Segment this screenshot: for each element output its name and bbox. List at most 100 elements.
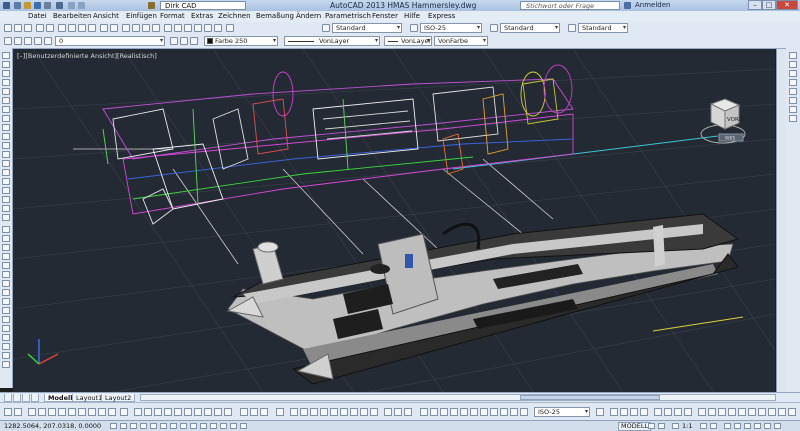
object-snap-node-icon[interactable] — [108, 408, 116, 416]
insert-block-icon[interactable] — [2, 151, 10, 158]
print-icon[interactable] — [36, 24, 44, 32]
mleader-style-select[interactable]: Standard — [578, 23, 628, 33]
ucs-view-icon[interactable] — [738, 408, 746, 416]
workspace-select[interactable]: Dirk CAD — [160, 1, 246, 10]
annotation-scale-icon[interactable] — [672, 423, 679, 429]
rectangle-icon[interactable] — [2, 88, 10, 95]
object-snap-none-icon[interactable] — [120, 408, 128, 416]
stretch-icon[interactable] — [2, 298, 10, 305]
zoom-previous-icon[interactable] — [152, 24, 160, 32]
point-icon[interactable] — [2, 169, 10, 176]
linetype-select[interactable]: VonLayer — [284, 36, 380, 46]
layer-state-icon[interactable] — [190, 37, 198, 45]
save-file-icon[interactable] — [24, 24, 32, 32]
menu-extras[interactable]: Extras — [191, 12, 213, 20]
lock-ui-icon[interactable] — [734, 423, 741, 429]
dim-radius-icon[interactable] — [789, 88, 797, 95]
array-icon[interactable] — [2, 262, 10, 269]
zoom-realtime-icon[interactable] — [132, 24, 140, 32]
dim-update-icon[interactable] — [596, 408, 604, 416]
object-snap-perpendicular-icon[interactable] — [88, 408, 96, 416]
menu-parametrisch[interactable]: Parametrisch — [325, 12, 371, 20]
menu-format[interactable]: Format — [160, 12, 185, 20]
annotation-visibility-icon[interactable] — [700, 423, 707, 429]
quick-properties-icon[interactable] — [230, 423, 237, 429]
3d-object-snap-icon[interactable] — [170, 423, 177, 429]
orbit-icon[interactable] — [240, 408, 248, 416]
calculator-icon[interactable] — [214, 24, 222, 32]
tab-layout2[interactable]: Layout2 — [101, 394, 136, 402]
object-snap-parallel-icon[interactable] — [98, 408, 106, 416]
union-icon[interactable] — [384, 408, 392, 416]
dim-radius-bottom-icon[interactable] — [440, 408, 448, 416]
view-top-icon[interactable] — [134, 408, 142, 416]
table-icon[interactable] — [2, 205, 10, 212]
horizontal-scroll-thumb[interactable] — [520, 395, 660, 400]
status-menu-icon[interactable] — [764, 423, 771, 429]
visual-style-conceptual-icon[interactable] — [684, 408, 692, 416]
center-mark-icon[interactable] — [520, 408, 528, 416]
layer-previous-icon[interactable] — [180, 37, 188, 45]
move-icon[interactable] — [2, 271, 10, 278]
object-snap-tangent-icon[interactable] — [78, 408, 86, 416]
snap-tool-1-icon[interactable] — [4, 408, 12, 416]
dim-linear-icon[interactable] — [789, 52, 797, 59]
app-menu-icon[interactable] — [3, 2, 10, 9]
explode-icon[interactable] — [2, 361, 10, 368]
gradient-icon[interactable] — [2, 187, 10, 194]
ucs-zaxis-icon[interactable] — [758, 408, 766, 416]
object-snap-center-icon[interactable] — [58, 408, 66, 416]
visual-style-hidden-icon[interactable] — [664, 408, 672, 416]
box-icon[interactable] — [290, 408, 298, 416]
auto-scale-icon[interactable] — [710, 423, 717, 429]
ucs-origin-icon[interactable] — [748, 408, 756, 416]
properties-icon[interactable] — [164, 24, 172, 32]
free-orbit-icon[interactable] — [250, 408, 258, 416]
ellipse-arc-icon[interactable] — [2, 142, 10, 149]
quick-view-drawings-icon[interactable] — [658, 423, 665, 429]
sphere-icon[interactable] — [300, 408, 308, 416]
menu-hilfe[interactable]: Hilfe — [404, 12, 420, 20]
layer-manager-icon[interactable] — [4, 37, 12, 45]
wedge-icon[interactable] — [330, 408, 338, 416]
markup-icon[interactable] — [204, 24, 212, 32]
save-as-icon[interactable] — [44, 2, 51, 9]
pan-icon[interactable] — [122, 24, 130, 32]
pyramid-icon[interactable] — [350, 408, 358, 416]
ucs-previous-icon[interactable] — [708, 408, 716, 416]
quick-view-layouts-icon[interactable] — [648, 423, 655, 429]
break-icon[interactable] — [2, 325, 10, 332]
menu-zeichnen[interactable]: Zeichnen — [218, 12, 251, 20]
visual-style-realistic-icon[interactable] — [674, 408, 682, 416]
cylinder-icon[interactable] — [310, 408, 318, 416]
view-se-iso-icon[interactable] — [204, 408, 212, 416]
fillet-icon[interactable] — [2, 352, 10, 359]
xline-icon[interactable] — [2, 61, 10, 68]
dim-baseline-icon[interactable] — [470, 408, 478, 416]
offset-icon[interactable] — [2, 253, 10, 260]
ortho-mode-icon[interactable] — [140, 423, 147, 429]
dim-arc-icon[interactable] — [789, 70, 797, 77]
revcloud-icon[interactable] — [2, 115, 10, 122]
menu-bearbeiten[interactable]: Bearbeiten — [53, 12, 91, 20]
annotation-scale-value[interactable]: 1:1 — [682, 422, 692, 430]
hardware-acceleration-icon[interactable] — [744, 423, 751, 429]
dim-linear-bottom-icon[interactable] — [420, 408, 428, 416]
ucs-x-icon[interactable] — [778, 408, 786, 416]
prev-tab-arrow-icon[interactable] — [13, 394, 21, 402]
view-back-icon[interactable] — [184, 408, 192, 416]
coordinate-readout[interactable]: 1282.5064, 207.0318, 0.0000 — [4, 422, 101, 430]
rotate-icon[interactable] — [2, 280, 10, 287]
arc-icon[interactable] — [2, 97, 10, 104]
object-snap-quadrant-icon[interactable] — [68, 408, 76, 416]
table-style-select[interactable]: Standard — [500, 23, 560, 33]
ellipse-icon[interactable] — [2, 133, 10, 140]
layer-select[interactable]: 0 — [55, 36, 165, 46]
paste-icon[interactable] — [78, 24, 86, 32]
view-left-icon[interactable] — [154, 408, 162, 416]
infer-constraints-icon[interactable] — [110, 423, 117, 429]
menu-express[interactable]: Express — [428, 12, 455, 20]
continuous-orbit-icon[interactable] — [260, 408, 268, 416]
polygon-icon[interactable] — [2, 79, 10, 86]
menu-aendern[interactable]: Ändern — [296, 12, 321, 20]
